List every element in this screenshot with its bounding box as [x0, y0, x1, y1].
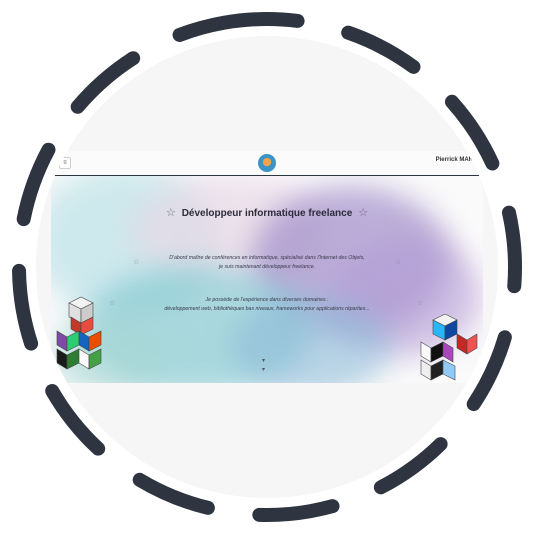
tech-cubes-left [56, 296, 102, 370]
chevron-down-icon[interactable]: ▾ [262, 366, 265, 373]
menu-button[interactable]: ≡ [59, 157, 71, 169]
star-icon: ☆ [358, 207, 369, 219]
navbar: ≡ Pierrick MAR… [51, 151, 483, 176]
star-icon: ☆ [133, 259, 140, 266]
website-preview: ≡ Pierrick MAR… ☆ Développeur informatiqu… [51, 151, 483, 383]
star-icon: ☆ [395, 259, 402, 266]
star-icon: ☆ [165, 207, 176, 219]
avatar-logo[interactable] [258, 154, 276, 172]
author-name[interactable]: Pierrick MAR… [436, 157, 479, 163]
hero-title-row: ☆ Développeur informatique freelance ☆ [51, 206, 483, 219]
hero-content: ☆ Développeur informatique freelance ☆ ☆ ☆… [51, 176, 483, 383]
experience-paragraph: Je possède de l'expérience dans diverses… [164, 297, 370, 312]
tech-cubes-right [420, 314, 478, 381]
hero-title: Développeur informatique freelance [181, 208, 353, 219]
intro-paragraph: D'abord maître de conférences en informa… [169, 255, 365, 270]
hero-section: ☆ Développeur informatique freelance ☆ ☆ ☆… [51, 176, 483, 383]
hamburger-icon: ≡ [63, 160, 67, 166]
preview-circle: ≡ Pierrick MAR… ☆ Développeur informatiqu… [36, 36, 498, 498]
chevron-down-icon[interactable]: ▾ [262, 357, 265, 364]
star-icon: ☆ [417, 300, 424, 307]
